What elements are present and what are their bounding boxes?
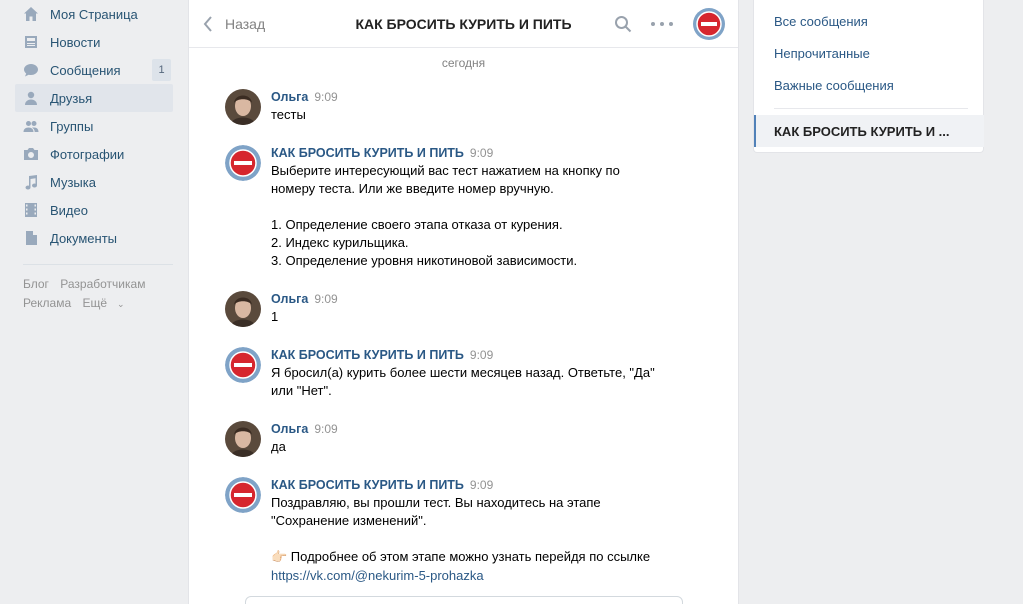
nav-label: Видео: [50, 202, 88, 218]
message-time: 9:09: [469, 146, 494, 160]
message-item: Ольга 9:09 1: [225, 291, 665, 327]
filter-all-messages[interactable]: Все сообщения: [774, 14, 868, 29]
nav-divider: [23, 264, 173, 265]
message-author[interactable]: КАК БРОСИТЬ КУРИТЬ И ПИТЬ: [271, 146, 464, 160]
news-icon: [23, 34, 39, 50]
more-options-icon[interactable]: [651, 15, 673, 33]
nav-label: Документы: [50, 230, 118, 246]
nav-footer: Блог Разработчикам Реклама Ещё ⌄: [15, 275, 173, 314]
message-text: тесты: [271, 107, 306, 122]
unread-count-badge: 1: [152, 59, 171, 81]
nav-video[interactable]: Видео: [15, 196, 173, 224]
message-item: Ольга 9:09 тесты: [225, 89, 665, 125]
documents-icon: [23, 230, 39, 246]
nav-photos[interactable]: Фотографии: [15, 140, 173, 168]
nav-label: Музыка: [50, 174, 96, 190]
home-icon: [23, 6, 39, 22]
left-nav: Моя Страница Новости Сообщения 1 Друзья …: [15, 0, 173, 314]
community-avatar[interactable]: [693, 8, 725, 40]
nav-groups[interactable]: Группы: [15, 112, 173, 140]
footer-more-label: Ещё: [82, 296, 108, 310]
message-time: 9:09: [314, 292, 338, 306]
message-text: 1: [271, 309, 279, 324]
filter-unread[interactable]: Непрочитанные: [774, 46, 870, 61]
user-avatar[interactable]: [225, 421, 261, 457]
music-icon: [23, 174, 39, 190]
nav-my-page[interactable]: Моя Страница: [15, 0, 173, 28]
message-time: 9:09: [314, 90, 338, 104]
user-avatar[interactable]: [225, 89, 261, 125]
nav-messages[interactable]: Сообщения 1: [15, 56, 173, 84]
filter-important[interactable]: Важные сообщения: [774, 78, 894, 93]
message-author[interactable]: Ольга: [271, 422, 308, 436]
messages-icon: [23, 62, 39, 78]
friends-icon: [23, 90, 39, 106]
message-author[interactable]: Ольга: [271, 292, 308, 306]
messages-filter-panel: Все сообщения Непрочитанные Важные сообщ…: [753, 0, 984, 153]
message-item: КАК БРОСИТЬ КУРИТЬ И ПИТЬ 9:09 Я бросил(а…: [225, 347, 665, 400]
footer-ads-link[interactable]: Реклама: [23, 296, 71, 310]
message-text: Я бросил(а) курить более шести месяцев н…: [271, 365, 659, 398]
message-text: Выберите интересующий вас тест нажатием …: [271, 163, 620, 268]
message-author[interactable]: КАК БРОСИТЬ КУРИТЬ И ПИТЬ: [271, 478, 464, 492]
nav-label: Группы: [50, 118, 94, 134]
filter-divider: [774, 108, 968, 109]
message-time: 9:09: [314, 422, 338, 436]
nav-friends[interactable]: Друзья: [15, 84, 173, 112]
nav-label: Сообщения: [50, 62, 121, 78]
chat-panel: Назад КАК БРОСИТЬ КУРИТЬ И ПИТЬ сегодня …: [188, 0, 739, 604]
nav-label: Друзья: [50, 90, 93, 106]
chevron-down-icon: ⌄: [117, 299, 125, 309]
back-button[interactable]: Назад: [203, 0, 265, 48]
message-time: 9:09: [469, 348, 494, 362]
groups-icon: [23, 118, 39, 134]
nav-label: Новости: [50, 34, 101, 50]
nav-music[interactable]: Музыка: [15, 168, 173, 196]
message-link[interactable]: https://vk.com/@nekurim-5-prohazka: [271, 568, 484, 583]
footer-blog-link[interactable]: Блог: [23, 277, 49, 291]
camera-icon: [23, 146, 39, 162]
nav-label: Моя Страница: [50, 6, 138, 22]
community-avatar[interactable]: [225, 347, 261, 383]
search-icon[interactable]: [614, 15, 632, 33]
message-text-more: 👉🏻 Подробнее об этом этапе можно узнать …: [271, 549, 651, 564]
message-item: Ольга 9:09 да: [225, 421, 665, 457]
message-link-line: https://vk.com/@nekurim-5-prohazka: [271, 567, 665, 585]
chat-header: Назад КАК БРОСИТЬ КУРИТЬ И ПИТЬ: [189, 0, 738, 48]
video-icon: [23, 202, 39, 218]
day-separator: сегодня: [441, 56, 486, 70]
message-author[interactable]: Ольга: [271, 90, 308, 104]
message-text: Поздравляю, вы прошли тест. Вы находитес…: [271, 495, 605, 528]
chevron-left-icon: [203, 16, 212, 32]
footer-developers-link[interactable]: Разработчикам: [60, 277, 145, 291]
message-item: КАК БРОСИТЬ КУРИТЬ И ПИТЬ 9:09 Выберите и…: [225, 145, 665, 270]
community-avatar[interactable]: [225, 145, 261, 181]
nav-news[interactable]: Новости: [15, 28, 173, 56]
message-text: да: [271, 439, 286, 454]
message-time: 9:09: [469, 478, 494, 492]
back-label: Назад: [225, 16, 266, 32]
message-author[interactable]: КАК БРОСИТЬ КУРИТЬ И ПИТЬ: [271, 348, 464, 362]
active-conversation[interactable]: КАК БРОСИТЬ КУРИТЬ И ...: [754, 115, 984, 147]
user-avatar[interactable]: [225, 291, 261, 327]
message-item: КАК БРОСИТЬ КУРИТЬ И ПИТЬ 9:09 Поздравляю…: [225, 477, 665, 585]
message-input[interactable]: [245, 596, 683, 604]
nav-label: Фотографии: [50, 146, 125, 162]
community-avatar[interactable]: [225, 477, 261, 513]
nav-documents[interactable]: Документы: [15, 224, 173, 252]
footer-more-link[interactable]: Ещё ⌄: [82, 296, 132, 310]
